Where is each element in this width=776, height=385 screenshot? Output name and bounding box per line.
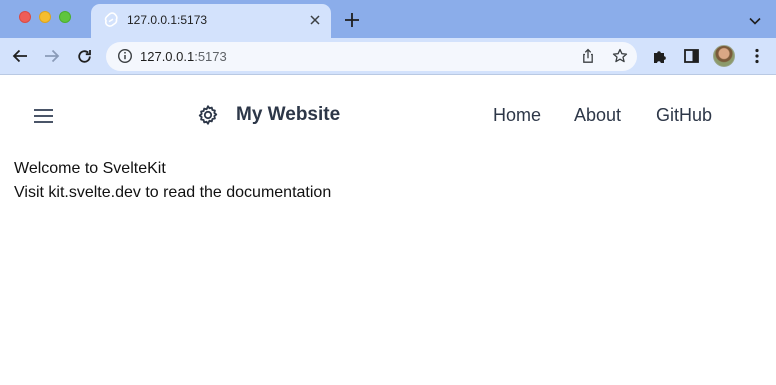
back-arrow-icon[interactable] [10, 46, 30, 66]
hamburger-menu-icon[interactable] [34, 108, 54, 124]
browser-tab[interactable]: 127.0.0.1:5173 [91, 4, 331, 38]
close-window-button[interactable] [19, 11, 31, 23]
gear-logo-icon [196, 103, 220, 127]
browser-toolbar: 127.0.0.1:5173 [0, 38, 776, 75]
more-menu-icon[interactable] [747, 46, 767, 66]
minimize-window-button[interactable] [39, 11, 51, 23]
profile-avatar[interactable] [713, 45, 735, 67]
browser-window: 127.0.0.1:5173 127.0.0.1:5173 My Website… [0, 0, 776, 385]
docs-text: Visit kit.svelte.dev to read the documen… [14, 184, 332, 201]
chevron-down-icon[interactable] [746, 12, 764, 30]
url-host: 127.0.0.1 [140, 49, 195, 64]
reload-icon[interactable] [74, 46, 94, 66]
extensions-puzzle-icon[interactable] [650, 46, 670, 66]
tab-strip: 127.0.0.1:5173 [0, 0, 776, 38]
tab-title: 127.0.0.1:5173 [127, 13, 208, 27]
nav-link-about[interactable]: About [574, 105, 621, 126]
forward-arrow-icon[interactable] [42, 46, 62, 66]
new-tab-icon[interactable] [343, 11, 361, 29]
site-header: My Website Home About GitHub [0, 76, 776, 154]
maximize-window-button[interactable] [59, 11, 71, 23]
url-port: :5173 [194, 49, 227, 64]
bookmark-star-icon[interactable] [612, 48, 628, 64]
url-text: 127.0.0.1:5173 [140, 49, 227, 64]
close-tab-icon[interactable] [307, 12, 323, 28]
share-icon[interactable] [580, 48, 596, 64]
site-title[interactable]: My Website [236, 104, 340, 126]
nav-link-home[interactable]: Home [493, 105, 541, 126]
side-panel-icon[interactable] [681, 46, 701, 66]
address-bar[interactable]: 127.0.0.1:5173 [106, 42, 637, 71]
site-info-icon[interactable] [117, 48, 133, 64]
svelte-logo-icon [104, 12, 118, 29]
main-content: Welcome to SvelteKit Visit kit.svelte.de… [14, 157, 331, 205]
nav-link-github[interactable]: GitHub [656, 105, 712, 126]
welcome-text: Welcome to SvelteKit [14, 160, 166, 177]
